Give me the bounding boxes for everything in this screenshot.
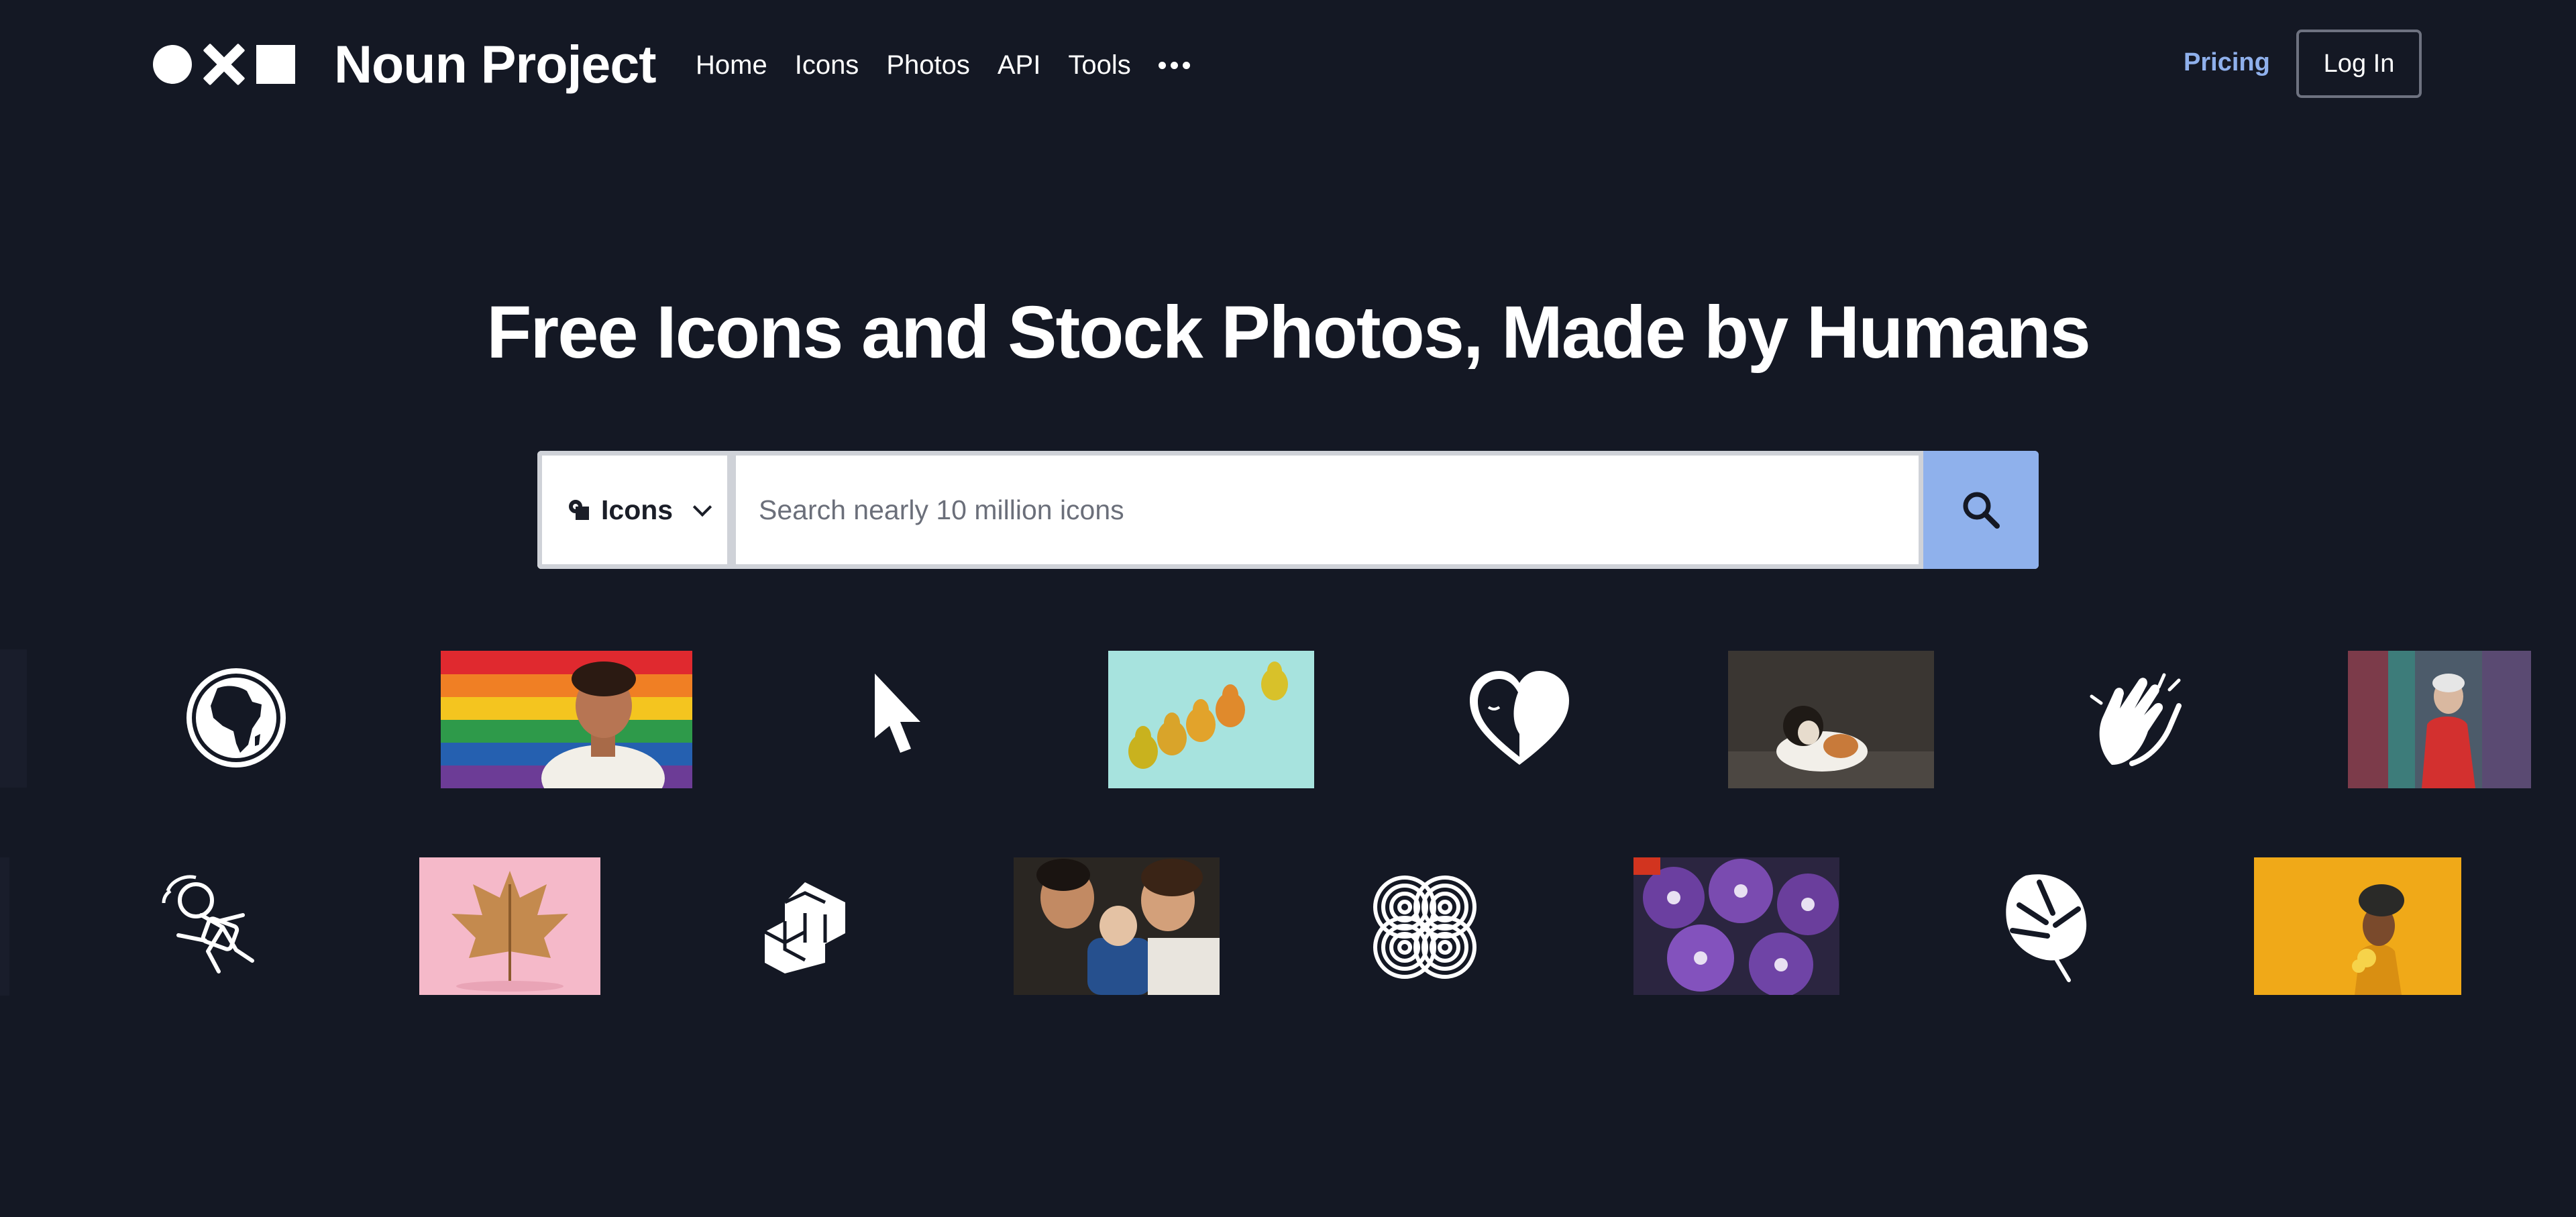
nav-api[interactable]: API xyxy=(998,50,1040,81)
cat-photo[interactable] xyxy=(1728,651,1934,788)
site-header: Noun Project Home Icons Photos API Tools… xyxy=(0,0,2576,131)
search-icon xyxy=(1963,492,2000,529)
logo-circle-icon xyxy=(153,45,192,84)
login-button[interactable]: Log In xyxy=(2296,30,2422,98)
chevron-down-icon xyxy=(692,497,712,517)
nav-tools[interactable]: Tools xyxy=(1068,50,1130,81)
blocks-icon[interactable] xyxy=(758,876,852,976)
clapping-hands-icon[interactable] xyxy=(2085,664,2192,772)
pricing-link[interactable]: Pricing xyxy=(2184,48,2270,77)
brand-logo[interactable]: Noun Project xyxy=(153,34,657,94)
cursor-icon[interactable] xyxy=(872,671,926,765)
rainbow-flag-photo[interactable] xyxy=(441,651,692,788)
yellow-headwrap-photo[interactable] xyxy=(2254,857,2461,995)
nav-home[interactable]: Home xyxy=(696,50,767,81)
icons-type-icon xyxy=(568,498,590,521)
heart-face-icon[interactable] xyxy=(1466,664,1573,772)
page: Noun Project Home Icons Photos API Tools… xyxy=(0,0,2576,1217)
main-nav: Home Icons Photos API Tools xyxy=(696,48,1190,82)
globe-icon[interactable] xyxy=(182,664,290,772)
partial-tile-left xyxy=(0,649,27,788)
knot-pattern-icon[interactable] xyxy=(1368,871,1481,984)
logo-square-icon xyxy=(256,45,295,84)
nav-photos[interactable]: Photos xyxy=(886,50,970,81)
search-input[interactable] xyxy=(732,451,1923,569)
search-type-dropdown[interactable]: Icons xyxy=(537,451,732,569)
family-baby-photo[interactable] xyxy=(1014,857,1220,995)
pears-photo[interactable] xyxy=(1108,651,1314,788)
search-button[interactable] xyxy=(1923,451,2039,569)
hero-title: Free Icons and Stock Photos, Made by Hum… xyxy=(486,291,2091,374)
ellipsis-icon[interactable] xyxy=(1158,55,1190,76)
logo-x-icon xyxy=(204,44,244,85)
stumbling-person-icon[interactable] xyxy=(158,871,271,978)
brand-name: Noun Project xyxy=(334,34,657,94)
partial-tile-left-2 xyxy=(0,857,9,996)
golden-leaf-photo[interactable] xyxy=(419,857,600,995)
monstera-leaf-icon[interactable] xyxy=(1999,869,2093,983)
search-bar: Icons xyxy=(537,451,2039,569)
search-type-label: Icons xyxy=(601,494,674,525)
nav-icons[interactable]: Icons xyxy=(795,50,859,81)
logo-mark xyxy=(153,44,295,85)
purple-flowers-photo[interactable] xyxy=(1633,857,1839,995)
woman-red-jacket-photo[interactable] xyxy=(2348,651,2531,788)
